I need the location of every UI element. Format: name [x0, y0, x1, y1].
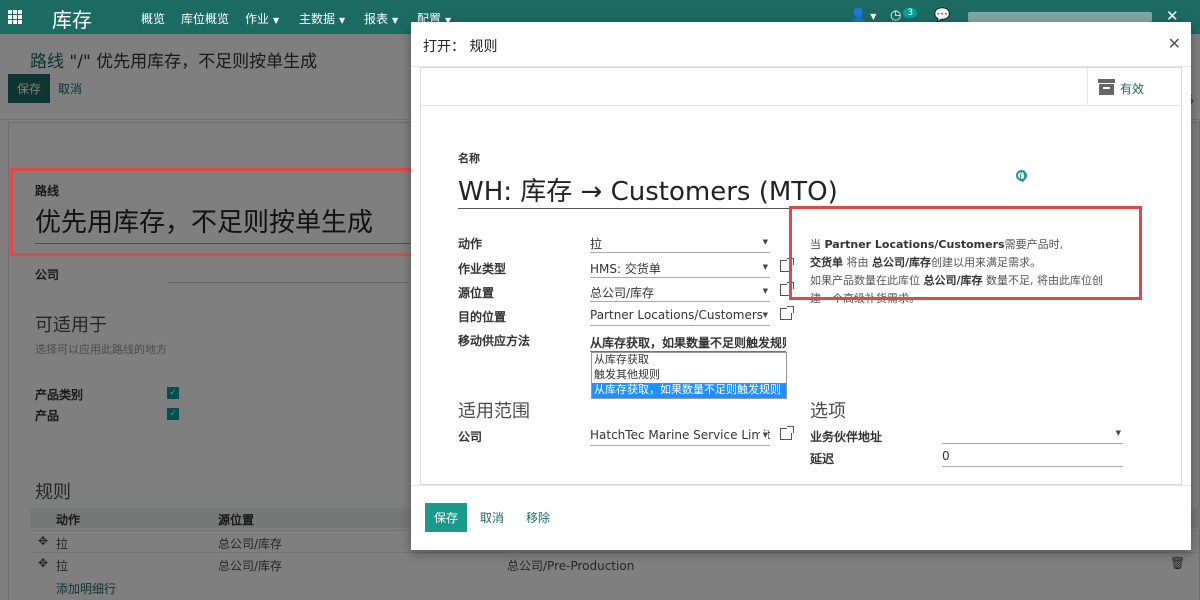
highlight-box-help [789, 206, 1142, 300]
chat-bubble-icon[interactable]: 💬 [934, 8, 950, 23]
partner-address-select[interactable]: ▼ [942, 424, 1123, 444]
caret-down-icon: ▼ [762, 311, 768, 319]
dest-location-label: 目的位置 [458, 310, 507, 324]
dialog-footer: 保存 取消 移除 [411, 485, 1191, 550]
menu-location-overview[interactable]: 库位概览 [181, 10, 229, 27]
dialog-header: 打开： 规则 ✕ [411, 22, 1191, 67]
close-icon[interactable]: ✕ [1168, 34, 1181, 53]
action-label: 动作 [458, 237, 483, 251]
caret-down-icon: ▼ [339, 16, 346, 25]
operation-type-select[interactable]: HMS: 交货单 ▼ [590, 258, 770, 278]
app-name: 库存 [52, 8, 92, 32]
rule-name-field[interactable]: WH: 库存 → Customers (MTO) [458, 171, 1026, 209]
procure-method-dropdown: 从库存获取 触发其他规则 从库存获取，如果数量不足则触发规则 [591, 352, 787, 399]
menu-overview[interactable]: 概览 [141, 10, 165, 27]
source-location-select[interactable]: 总公司/库存 ▼ [590, 282, 770, 302]
options-heading: 选项 [810, 401, 846, 422]
scope-heading: 适用范围 [458, 401, 530, 422]
active-toggle-button[interactable]: 有效 [1087, 68, 1183, 106]
caret-down-icon: ▼ [1115, 429, 1121, 437]
highlight-box-route-name [10, 168, 422, 256]
menu-reports[interactable]: 报表 ▼ [364, 10, 398, 27]
caret-down-icon: ▼ [759, 431, 768, 439]
translate-globe-icon[interactable] [1016, 170, 1027, 182]
action-select[interactable]: 拉 ▼ [590, 233, 770, 253]
external-link-icon[interactable] [780, 426, 794, 440]
caret-down-icon: ▼ [762, 238, 768, 246]
dest-location-select[interactable]: Partner Locations/Customers ▼ [590, 306, 770, 326]
source-location-label: 源位置 [458, 286, 495, 300]
activity-count-badge: 3 [903, 8, 918, 18]
company-value: HatchTec Marine Service Limited [590, 428, 770, 442]
rule-dialog: 打开： 规则 ✕ 有效 名称 WH: 库存 → Customers (MTO) … [411, 22, 1191, 550]
menu-operations[interactable]: 作业 ▼ [245, 10, 279, 27]
dialog-remove-button[interactable]: 移除 [526, 509, 550, 526]
delay-label: 延迟 [810, 452, 835, 466]
dest-location-value: Partner Locations/Customers [590, 308, 764, 322]
procure-method-select[interactable]: 从库存获取，如果数量不足则触发规则 [590, 331, 786, 352]
name-label: 名称 [458, 152, 480, 165]
procure-method-label: 移动供应方法 [458, 334, 531, 348]
menu-operations-label: 作业 [245, 12, 270, 26]
operation-type-value: HMS: 交货单 [590, 262, 661, 276]
dialog-save-button[interactable]: 保存 [425, 503, 468, 532]
active-label: 有效 [1120, 82, 1145, 96]
company-select[interactable]: HatchTec Marine Service Limited ▼ [590, 426, 770, 446]
procure-option-stock-or-rule[interactable]: 从库存获取，如果数量不足则触发规则 [592, 383, 786, 398]
dialog-title: 打开： 规则 [423, 39, 498, 55]
activity-clock-icon[interactable]: ◷ 3 [890, 8, 918, 23]
action-value: 拉 [590, 237, 603, 251]
procure-option-stock[interactable]: 从库存获取 [592, 353, 786, 368]
operation-type-label: 作业类型 [458, 262, 507, 276]
caret-down-icon: ▼ [392, 16, 399, 25]
source-location-value: 总公司/库存 [590, 286, 655, 300]
user-switch-icon[interactable]: 👤 ▼ [850, 8, 876, 23]
company-label: 公司 [458, 430, 483, 444]
menu-master-data-label: 主数据 [299, 12, 336, 26]
caret-down-icon: ▼ [762, 287, 768, 295]
blurred-user-name [968, 12, 1152, 22]
delay-input[interactable]: 0 [942, 447, 1123, 467]
dialog-cancel-button[interactable]: 取消 [480, 509, 504, 526]
apps-grid-icon[interactable] [8, 10, 22, 24]
procure-option-other-rule[interactable]: 触发其他规则 [592, 368, 786, 383]
caret-down-icon: ▼ [273, 16, 280, 25]
button-box: 有效 [421, 68, 1181, 106]
caret-down-icon: ▼ [762, 263, 768, 271]
menu-reports-label: 报表 [364, 12, 389, 26]
external-link-icon[interactable] [780, 306, 794, 320]
partner-address-label: 业务伙伴地址 [810, 430, 883, 444]
menu-master-data[interactable]: 主数据 ▼ [299, 10, 345, 27]
archive-icon [1098, 79, 1115, 95]
